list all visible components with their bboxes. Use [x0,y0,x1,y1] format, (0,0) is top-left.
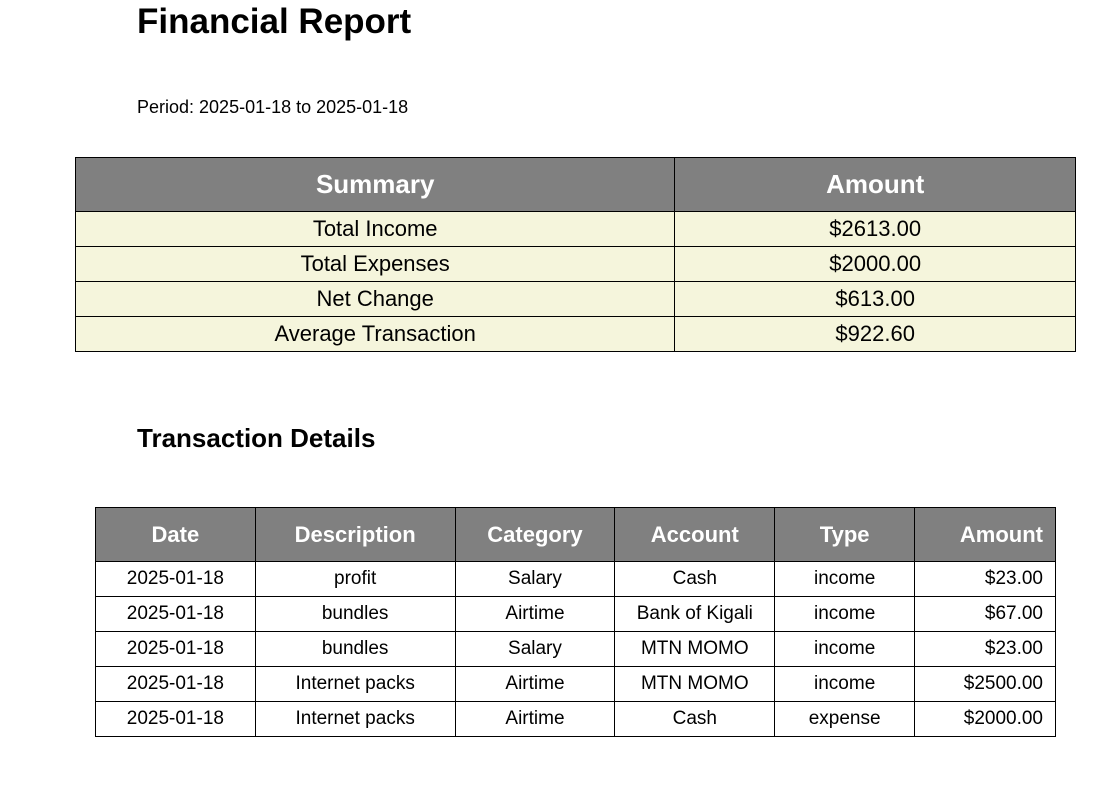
cell-date: 2025-01-18 [95,701,256,737]
cell-amount: $67.00 [914,596,1056,632]
cell-type: expense [774,701,916,737]
summary-header-row: Summary Amount [74,157,1076,212]
summary-value: $2000.00 [674,246,1076,282]
table-row: 2025-01-18 Internet packs Airtime Cash e… [95,701,1056,737]
summary-header-amount: Amount [674,157,1076,212]
cell-type: income [774,666,916,702]
transaction-details-heading: Transaction Details [137,423,376,453]
cell-date: 2025-01-18 [95,631,256,667]
report-period: Period: 2025-01-18 to 2025-01-18 [137,97,409,117]
column-header-amount: Amount [914,507,1056,562]
cell-description: bundles [254,631,456,667]
cell-amount: $2500.00 [914,666,1056,702]
column-header-date: Date [95,507,256,562]
cell-amount: $2000.00 [914,701,1056,737]
table-row: 2025-01-18 Internet packs Airtime MTN MO… [95,666,1056,702]
cell-type: income [774,631,916,667]
cell-description: bundles [254,596,456,632]
column-header-type: Type [774,507,916,562]
table-row: 2025-01-18 profit Salary Cash income $23… [95,561,1056,597]
column-header-category: Category [454,507,616,562]
cell-category: Salary [454,631,616,667]
cell-category: Airtime [454,666,616,702]
cell-date: 2025-01-18 [95,561,256,597]
summary-row: Total Expenses $2000.00 [74,246,1076,282]
cell-category: Airtime [454,701,616,737]
cell-category: Airtime [454,596,616,632]
summary-value: $613.00 [674,281,1076,317]
summary-row: Average Transaction $922.60 [74,316,1076,352]
summary-label: Average Transaction [74,316,676,352]
transaction-header-row: Date Description Category Account Type A… [95,507,1056,562]
summary-label: Total Income [74,211,676,247]
report-title: Financial Report [137,2,412,41]
cell-category: Salary [454,561,616,597]
cell-description: Internet packs [254,701,456,737]
table-row: 2025-01-18 bundles Salary MTN MOMO incom… [95,631,1056,667]
cell-description: profit [254,561,456,597]
summary-row: Total Income $2613.00 [74,211,1076,247]
transaction-table: Date Description Category Account Type A… [95,507,1056,737]
summary-row: Net Change $613.00 [74,281,1076,317]
cell-type: income [774,596,916,632]
cell-amount: $23.00 [914,561,1056,597]
cell-account: MTN MOMO [614,631,776,667]
cell-date: 2025-01-18 [95,666,256,702]
column-header-account: Account [614,507,776,562]
cell-account: MTN MOMO [614,666,776,702]
cell-account: Cash [614,561,776,597]
summary-value: $922.60 [674,316,1076,352]
cell-account: Bank of Kigali [614,596,776,632]
summary-label: Net Change [74,281,676,317]
summary-label: Total Expenses [74,246,676,282]
table-row: 2025-01-18 bundles Airtime Bank of Kigal… [95,596,1056,632]
cell-type: income [774,561,916,597]
summary-value: $2613.00 [674,211,1076,247]
cell-date: 2025-01-18 [95,596,256,632]
summary-table: Summary Amount Total Income $2613.00 Tot… [74,157,1076,352]
summary-header-summary: Summary [74,157,676,212]
cell-account: Cash [614,701,776,737]
cell-description: Internet packs [254,666,456,702]
cell-amount: $23.00 [914,631,1056,667]
column-header-description: Description [254,507,456,562]
